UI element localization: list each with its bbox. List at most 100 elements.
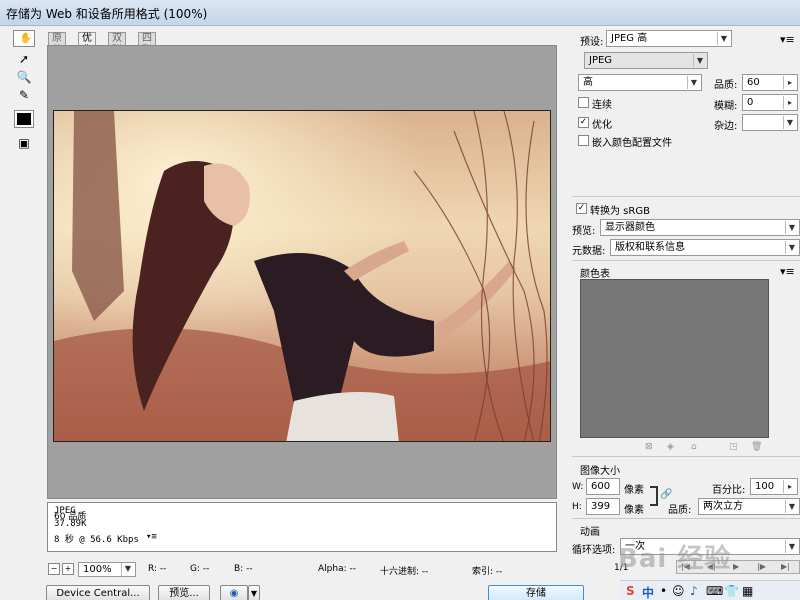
progressive-checkbox[interactable] — [578, 97, 589, 108]
metadata-value: 版权和联系信息 — [615, 242, 685, 253]
format-value: JPEG — [589, 55, 613, 66]
matte-select[interactable]: ▼ — [742, 114, 798, 131]
color-table-icons: ⊠ ◈ ⌂ ◳ 🗑 — [643, 442, 773, 454]
blur-label: 模糊: — [714, 101, 738, 112]
status-hex: 十六进制: -- — [380, 567, 429, 577]
divider — [572, 518, 800, 519]
animation-title: 动画 — [580, 527, 600, 538]
slice-select-tool-icon[interactable]: ➚ — [13, 50, 35, 68]
new-color-icon[interactable]: ◳ — [729, 442, 738, 452]
window-title-bar: 存储为 Web 和设备所用格式 (100%) — [0, 0, 800, 26]
chevron-down-icon: ▼ — [785, 500, 798, 513]
preview-label: 预览: — [572, 226, 596, 237]
eyedropper-tool-icon[interactable]: ✎ — [13, 86, 35, 104]
blur-value: 0 — [747, 97, 754, 108]
width-input[interactable]: 600 — [586, 478, 620, 495]
chevron-down-icon: ▼ — [687, 76, 700, 89]
photo-image — [54, 111, 550, 441]
status-alpha: Alpha: -- — [318, 564, 356, 574]
lock-color-icon[interactable]: ⌂ — [691, 442, 697, 452]
optimized-checkbox[interactable]: ✓ — [578, 117, 589, 128]
embed-profile-label: 嵌入颜色配置文件 — [592, 138, 672, 149]
preview-button[interactable]: 预览... — [158, 585, 210, 600]
metadata-select[interactable]: 版权和联系信息 ▼ — [610, 239, 800, 256]
watermark: Bai 经验 — [618, 544, 732, 574]
device-central-button[interactable]: Device Central... — [46, 585, 150, 600]
resample-quality-label: 品质: — [668, 505, 692, 516]
status-g: G: -- — [190, 564, 210, 574]
skin-icon[interactable]: 👕 — [724, 584, 739, 598]
loop-options-label: 循环选项: — [572, 545, 616, 556]
optimize-menu-icon[interactable]: ▾≡ — [780, 33, 795, 46]
link-icon[interactable]: 🔗 — [660, 489, 672, 500]
quality-value: 60 — [747, 77, 760, 88]
keyboard-icon[interactable]: ⌨ — [706, 584, 723, 598]
image-size-title: 图像大小 — [580, 466, 620, 477]
save-button[interactable]: 存储 — [488, 585, 584, 600]
convert-srgb-checkbox[interactable]: ✓ — [576, 203, 587, 214]
toolbox: ✋ ➚ 🔍 ✎ ▣ — [8, 28, 38, 158]
eyedropper-color-swatch[interactable] — [14, 110, 34, 128]
divider — [572, 260, 800, 261]
tab-2-up[interactable]: 双联 — [108, 32, 126, 56]
height-input[interactable]: 399 — [586, 498, 620, 515]
embed-profile-checkbox[interactable] — [578, 135, 589, 146]
matte-label: 杂边: — [714, 121, 738, 132]
web-shift-icon[interactable]: ◈ — [667, 442, 674, 452]
zoom-out-icon[interactable]: − — [48, 563, 60, 575]
zoom-level-select[interactable]: 100% ▼ — [78, 562, 136, 577]
preset-label: 预设: — [580, 37, 604, 48]
ime-toolbar: S 中 • ☺ ♪ ⌨ 👕 ▦ — [620, 580, 800, 600]
tab-4-up[interactable]: 四联 — [138, 32, 156, 56]
chinese-mode-icon[interactable]: 中 — [642, 584, 654, 600]
metadata-label: 元数据: — [572, 246, 606, 257]
chevron-down-icon: ▼ — [717, 32, 730, 45]
quality-preset-select[interactable]: 高 ▼ — [578, 74, 702, 91]
convert-srgb-label: 转换为 sRGB — [590, 206, 650, 217]
quality-input[interactable]: 60 ▸ — [742, 74, 798, 91]
apps-grid-icon[interactable]: ▦ — [742, 584, 753, 598]
percent-label: 百分比: — [712, 485, 746, 496]
browser-preview-button[interactable]: ◉ — [220, 585, 248, 600]
punctuation-icon[interactable]: • — [660, 584, 667, 598]
zoom-level-value: 100% — [83, 564, 112, 575]
chevron-down-icon: ▼ — [785, 241, 798, 254]
tab-original[interactable]: 原稿 — [48, 32, 66, 56]
preview-photo[interactable] — [53, 110, 551, 442]
progressive-label: 连续 — [592, 100, 612, 111]
info-menu-icon[interactable]: ▾≡ — [146, 532, 157, 542]
info-download-time: 8 秒 @ 56.6 Kbps — [54, 535, 139, 545]
chevron-right-icon: ▸ — [783, 480, 796, 493]
tab-optimized[interactable]: 优化 — [78, 32, 96, 56]
color-table-menu-icon[interactable]: ▾≡ — [780, 265, 795, 278]
color-table-panel[interactable] — [580, 279, 769, 438]
trash-icon[interactable]: 🗑 — [751, 442, 762, 452]
resample-quality-select[interactable]: 两次立方 ▼ — [698, 498, 800, 515]
height-label: H: — [572, 502, 582, 512]
zoom-in-icon[interactable]: + — [62, 563, 74, 575]
percent-input[interactable]: 100 ▸ — [750, 478, 798, 495]
optimization-info-panel: JPEG 37.89K 8 秒 @ 56.6 Kbps ▾≡ 60 品质 — [47, 502, 557, 552]
quality-label: 品质: — [714, 80, 738, 91]
width-unit: 像素 — [624, 485, 644, 496]
chevron-down-icon: ▼ — [250, 589, 258, 598]
zoom-tool-icon[interactable]: 🔍 — [13, 68, 35, 86]
preview-value: 显示器颜色 — [605, 222, 655, 233]
format-select[interactable]: JPEG ▼ — [584, 52, 708, 69]
blur-input[interactable]: 0 ▸ — [742, 94, 798, 111]
status-bar: − + 100% ▼ R: -- G: -- B: -- Alpha: -- 十… — [44, 562, 564, 578]
chevron-down-icon: ▼ — [693, 54, 706, 67]
emoji-icon[interactable]: ☺ — [672, 584, 685, 598]
chevron-right-icon: ▸ — [783, 76, 796, 89]
browser-icon: ◉ — [229, 588, 239, 599]
toggle-slices-visibility-icon[interactable]: ▣ — [13, 134, 35, 152]
preset-select[interactable]: JPEG 高 ▼ — [606, 30, 732, 47]
preview-select[interactable]: 显示器颜色 ▼ — [600, 219, 800, 236]
browser-menu-button[interactable]: ▼ — [248, 585, 260, 600]
microphone-icon[interactable]: ♪ — [690, 584, 698, 598]
hand-tool-icon[interactable]: ✋ — [13, 30, 35, 47]
status-r: R: -- — [148, 564, 167, 574]
quality-preset-value: 高 — [583, 77, 593, 88]
sogou-logo-icon[interactable]: S — [626, 584, 635, 598]
map-transparent-icon[interactable]: ⊠ — [645, 442, 653, 452]
